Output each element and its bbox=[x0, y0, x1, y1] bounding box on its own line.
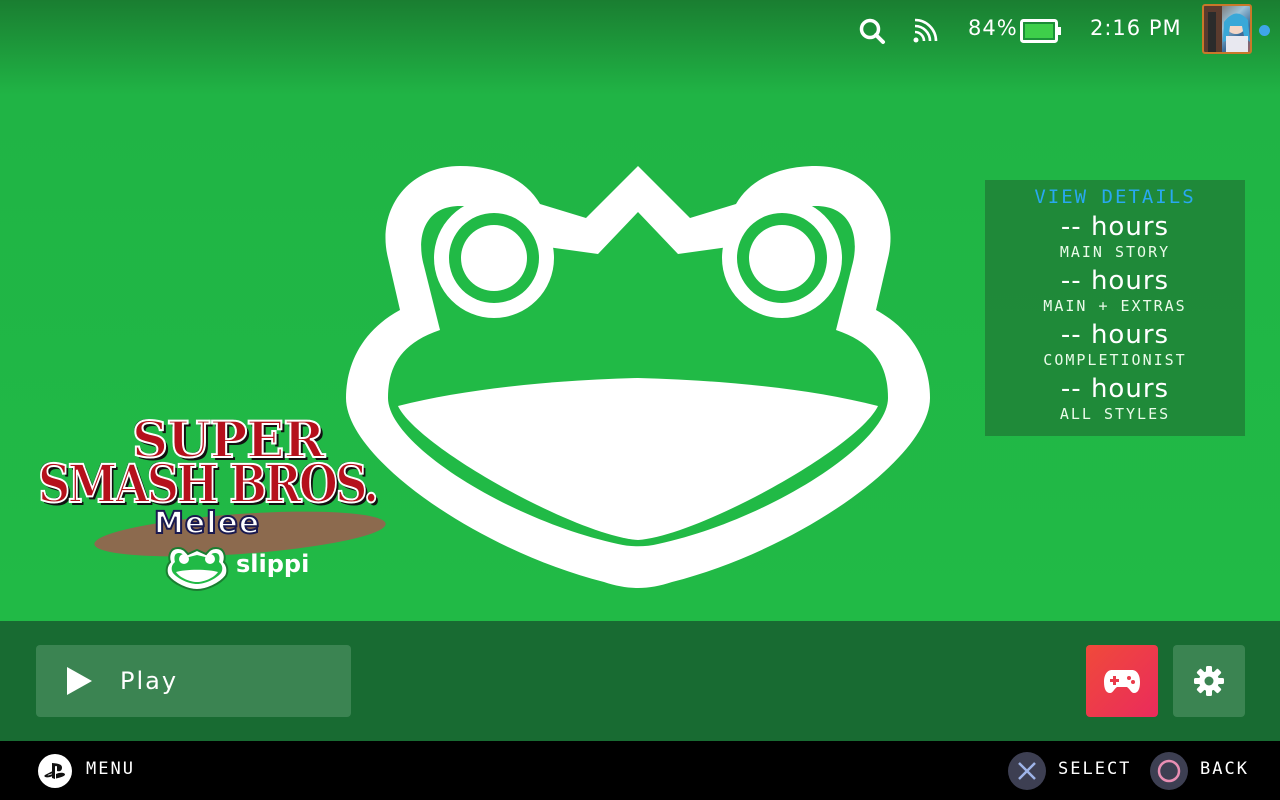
hltb-hours: -- hours bbox=[1060, 374, 1170, 404]
hltb-row: -- hours ALL STYLES bbox=[985, 374, 1245, 424]
back-hint-label: BACK bbox=[1200, 759, 1249, 779]
slippi-frog-badge-icon bbox=[165, 546, 229, 592]
hltb-label: MAIN + EXTRAS bbox=[1043, 297, 1187, 315]
cross-icon bbox=[1018, 762, 1036, 780]
circle-button[interactable] bbox=[1150, 752, 1188, 790]
play-button[interactable]: Play bbox=[36, 645, 351, 717]
play-icon bbox=[67, 667, 92, 695]
status-bar: 84% 2:16 PM bbox=[0, 0, 1280, 60]
search-icon[interactable] bbox=[858, 17, 886, 45]
logo-title-melee: Melee bbox=[153, 505, 261, 542]
wifi-signal-icon bbox=[913, 18, 938, 43]
avatar-portrait bbox=[1204, 6, 1250, 52]
playstation-logo-icon bbox=[44, 763, 65, 779]
hltb-row: -- hours MAIN + EXTRAS bbox=[985, 266, 1245, 316]
hltb-panel[interactable]: VIEW DETAILS -- hours MAIN STORY -- hour… bbox=[985, 180, 1245, 436]
gamepad-icon bbox=[1104, 670, 1140, 693]
logo-slippi-text: slippi bbox=[236, 550, 310, 578]
button-hints-footer: MENU SELECT BACK bbox=[0, 741, 1280, 800]
hltb-hours: -- hours bbox=[1060, 266, 1170, 296]
cross-button[interactable] bbox=[1008, 752, 1046, 790]
menu-hint-label: MENU bbox=[86, 759, 135, 779]
settings-button[interactable] bbox=[1173, 645, 1245, 717]
controller-settings-button[interactable] bbox=[1086, 645, 1158, 717]
notification-dot bbox=[1259, 25, 1270, 36]
view-details-link[interactable]: VIEW DETAILS bbox=[985, 186, 1245, 208]
hltb-label: MAIN STORY bbox=[1059, 243, 1171, 261]
hltb-label: COMPLETIONIST bbox=[1043, 351, 1187, 369]
battery-percent: 84% bbox=[968, 16, 1018, 40]
game-hero-banner: 84% 2:16 PM SUPER SMASH BROS. Melee slip… bbox=[0, 0, 1280, 621]
battery-icon bbox=[1020, 19, 1061, 43]
user-avatar[interactable] bbox=[1202, 4, 1252, 54]
hltb-row: -- hours COMPLETIONIST bbox=[985, 320, 1245, 370]
circle-icon bbox=[1157, 759, 1181, 783]
hltb-hours: -- hours bbox=[1060, 320, 1170, 350]
hltb-label: ALL STYLES bbox=[1059, 405, 1171, 423]
battery-fill bbox=[1025, 24, 1053, 38]
gear-icon bbox=[1194, 666, 1224, 696]
game-logo: SUPER SMASH BROS. Melee slippi bbox=[36, 409, 436, 596]
clock: 2:16 PM bbox=[1090, 16, 1182, 40]
select-hint-label: SELECT bbox=[1058, 759, 1132, 779]
hltb-hours: -- hours bbox=[1060, 212, 1170, 242]
ps-button[interactable] bbox=[38, 754, 72, 788]
play-label: Play bbox=[120, 667, 179, 695]
hltb-row: -- hours MAIN STORY bbox=[985, 212, 1245, 262]
action-bar: Play bbox=[0, 621, 1280, 741]
